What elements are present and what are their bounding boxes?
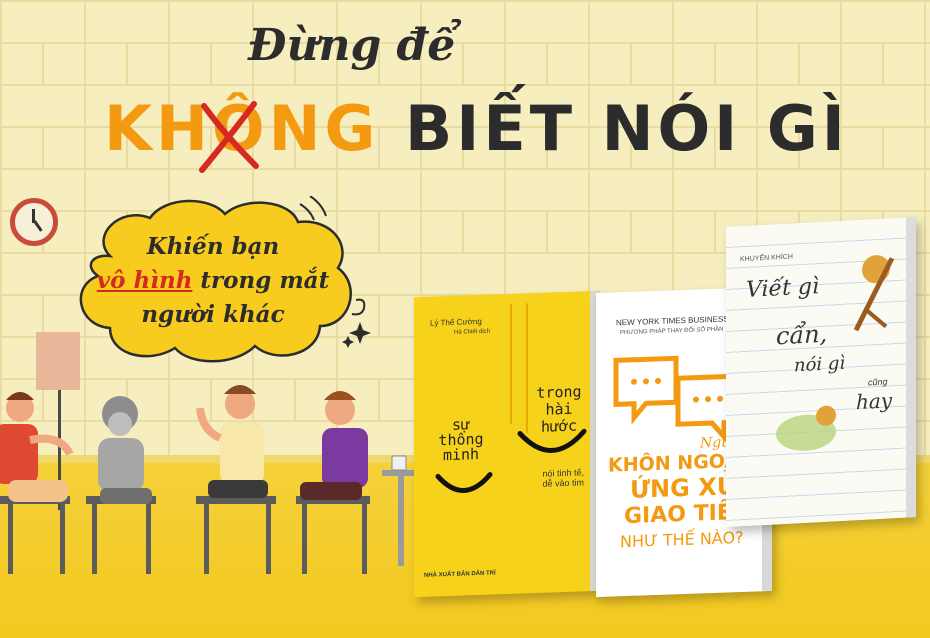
cloud-caption: Khiến bạn vô hình trong mắt người khác xyxy=(78,230,348,332)
book-viet-gi-cung-can[interactable]: KHUYẾN KHÍCH Viết gì cẩn, nói gì cũng ha… xyxy=(726,217,916,527)
book1-author: Lý Thế Cường xyxy=(430,316,482,328)
book-su-thong-minh[interactable]: Lý Thế Cường Hà Chiết dịch sự thông minh… xyxy=(414,290,600,598)
book3-line2: cẩn, xyxy=(776,319,828,351)
book2-title-4: NHƯ THẾ NÀO? xyxy=(620,527,744,552)
book3-line5: hay xyxy=(856,388,893,415)
cloud-line2-highlight: vô hình xyxy=(96,267,193,294)
book3-line4: cũng xyxy=(868,376,888,388)
headline-biet-noi-gi: BIẾT NÓI GÌ xyxy=(405,92,849,165)
smile-icon xyxy=(517,428,587,453)
red-cross-mark-icon xyxy=(199,101,259,173)
people-discussion-illustration xyxy=(0,332,422,574)
book1-publisher: NHÀ XUẤT BẢN DÂN TRÍ xyxy=(424,570,496,579)
wall-clock-icon xyxy=(10,198,58,246)
book1-tagline-2: dễ vào tim xyxy=(542,477,584,489)
book1-left-words: sự thông minh xyxy=(432,415,490,464)
book1-translator: Hà Chiết dịch xyxy=(454,328,491,336)
book3-line1: Viết gì xyxy=(746,274,820,303)
book3-author: KHUYẾN KHÍCH xyxy=(740,253,793,264)
scribble-character-icon xyxy=(776,405,836,451)
cloud-line2: vô hình trong mắt xyxy=(78,264,348,298)
cloud-line2-rest: trong mắt xyxy=(192,267,330,294)
cloud-line1: Khiến bạn xyxy=(146,233,280,260)
book2-subhead: PHƯƠNG PHÁP THAY ĐỔI SỐ PHẬN xyxy=(620,326,724,337)
book2-title-2: ỨNG XỬ xyxy=(630,472,737,504)
book1-tagline: nói tinh tế, dễ vào tim xyxy=(524,467,584,489)
smile-icon xyxy=(435,472,493,493)
book3-line3: nói gì xyxy=(794,352,846,377)
headline-line1: Đừng để xyxy=(248,20,456,71)
pencil-character-icon xyxy=(853,255,895,332)
